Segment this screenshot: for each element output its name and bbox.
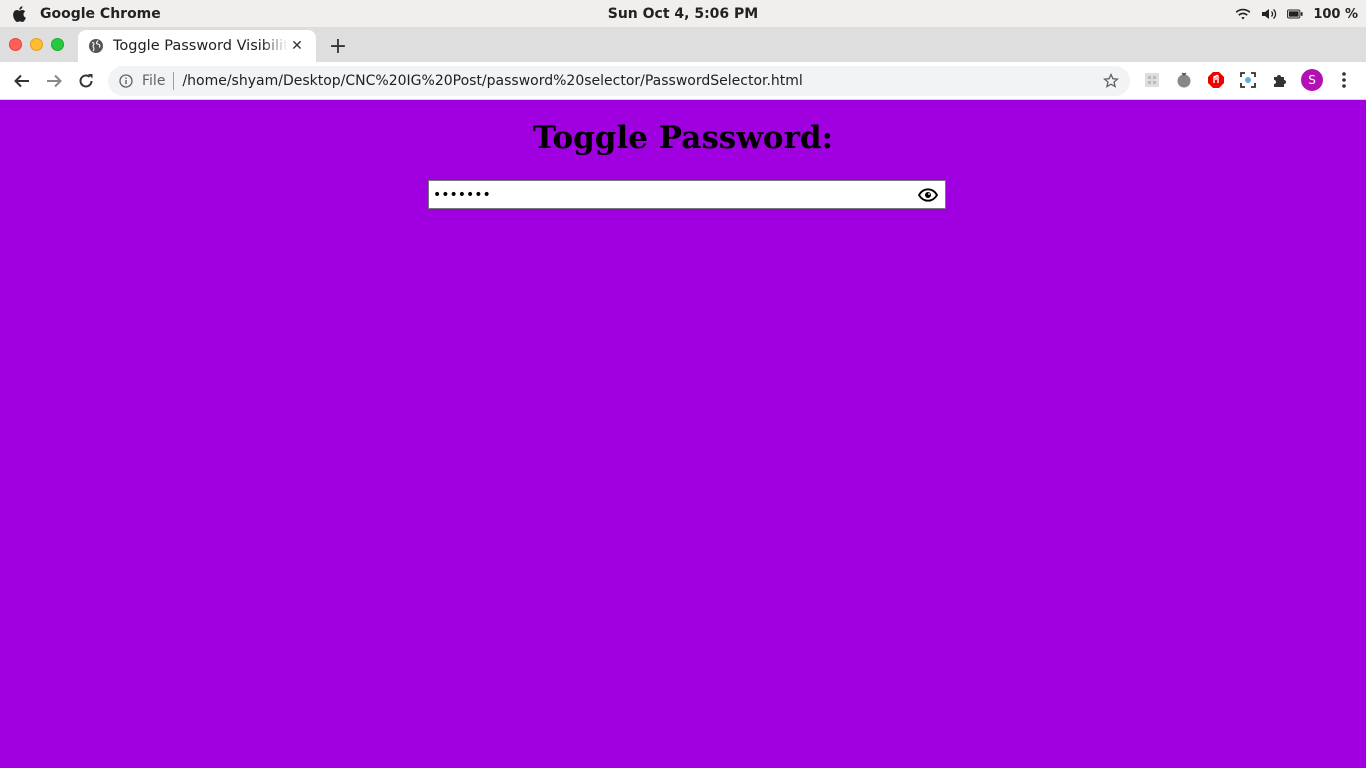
battery-icon[interactable] — [1287, 6, 1303, 22]
window-maximize-button[interactable] — [51, 38, 64, 51]
os-menu-bar: Google Chrome Sun Oct 4, 5:06 PM 100 % — [0, 0, 1366, 28]
apple-icon[interactable] — [10, 5, 28, 23]
address-bar[interactable]: File /home/shyam/Desktop/CNC%20IG%20Post… — [108, 66, 1130, 96]
volume-icon[interactable] — [1261, 6, 1277, 22]
bookmark-star-icon[interactable] — [1102, 72, 1120, 90]
arrow-right-icon — [47, 74, 62, 87]
password-field-wrapper — [428, 180, 946, 209]
wifi-icon[interactable] — [1235, 6, 1251, 22]
address-scheme: File — [142, 73, 166, 89]
password-input[interactable] — [429, 181, 917, 208]
page-title: Toggle Password: — [532, 120, 834, 156]
active-app-name[interactable]: Google Chrome — [40, 6, 161, 22]
arrow-left-icon — [14, 74, 29, 87]
battery-percentage: 100 % — [1313, 6, 1358, 22]
address-url[interactable]: /home/shyam/Desktop/CNC%20IG%20Post/pass… — [182, 73, 802, 89]
menu-kebab-icon[interactable] — [1332, 68, 1356, 92]
forward-button[interactable] — [38, 65, 70, 97]
extension-tomato-icon[interactable] — [1172, 68, 1196, 92]
profile-avatar[interactable]: S — [1300, 68, 1324, 92]
back-button[interactable] — [6, 65, 38, 97]
window-minimize-button[interactable] — [30, 38, 43, 51]
clock[interactable]: Sun Oct 4, 5:06 PM — [0, 0, 1366, 28]
reload-icon — [79, 73, 93, 87]
globe-icon — [88, 38, 104, 54]
extension-screenshot-icon[interactable] — [1236, 68, 1260, 92]
new-tab-button[interactable]: + — [326, 34, 350, 59]
extensions-puzzle-icon[interactable] — [1268, 68, 1292, 92]
profile-initial: S — [1301, 69, 1323, 91]
extension-adblock-icon[interactable] — [1204, 68, 1228, 92]
window-close-button[interactable] — [9, 38, 22, 51]
extension-grid-icon[interactable] — [1140, 68, 1164, 92]
eye-icon[interactable] — [917, 184, 939, 206]
extensions-area: S — [1140, 68, 1356, 92]
window-controls — [9, 38, 64, 51]
page-content: Toggle Password: — [0, 100, 1366, 768]
info-icon[interactable] — [118, 73, 134, 89]
reload-button[interactable] — [70, 65, 102, 97]
address-separator — [173, 72, 175, 90]
tab-strip: Toggle Password Visibility ✕ + — [0, 28, 1366, 62]
tab-close-icon[interactable]: ✕ — [288, 37, 306, 55]
tab-title: Toggle Password Visibility — [113, 38, 288, 54]
tab-active[interactable]: Toggle Password Visibility ✕ — [78, 30, 316, 62]
browser-toolbar: File /home/shyam/Desktop/CNC%20IG%20Post… — [0, 62, 1366, 100]
status-area: 100 % — [1235, 0, 1358, 28]
